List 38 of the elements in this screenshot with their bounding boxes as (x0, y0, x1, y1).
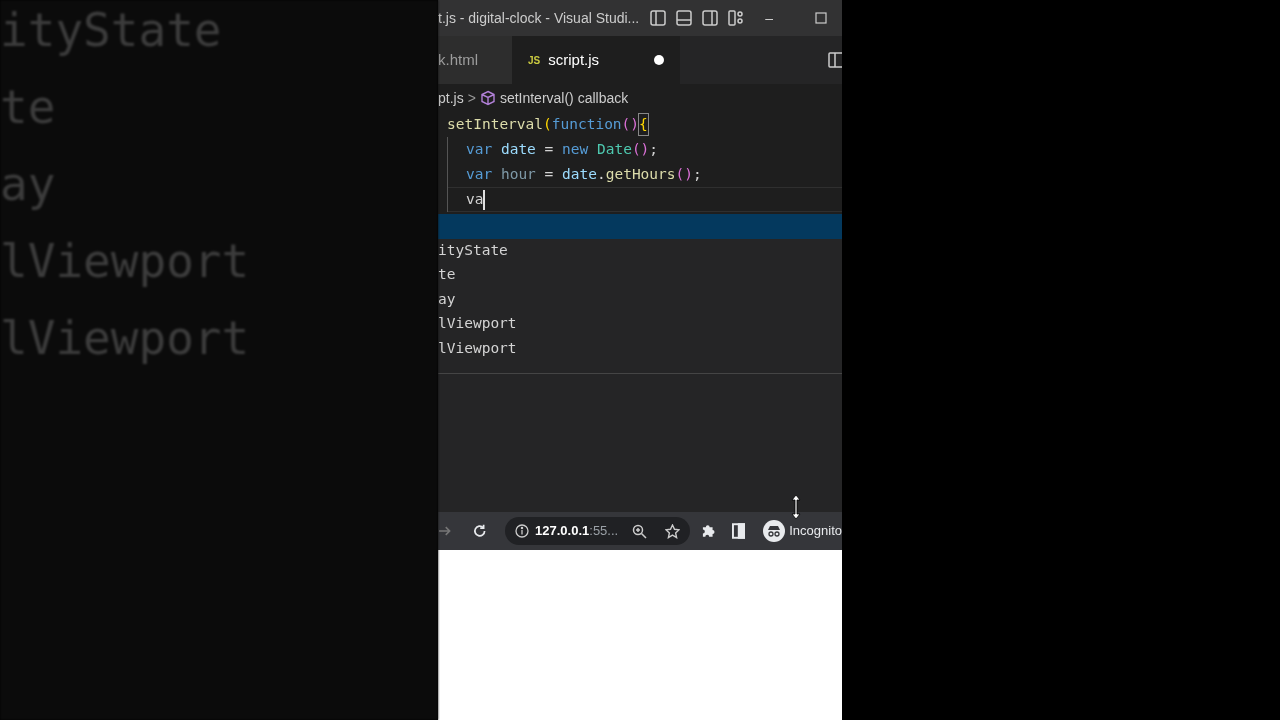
zoom-icon[interactable] (632, 523, 648, 539)
puzzle-icon[interactable] (700, 523, 716, 539)
forward-icon[interactable] (438, 524, 452, 538)
suggestion-item[interactable]: te (438, 263, 842, 288)
star-icon[interactable] (665, 523, 681, 539)
reload-icon[interactable] (471, 523, 488, 539)
url-text: 127.0.0.1:55... (535, 522, 619, 541)
breadcrumb-file[interactable]: pt.js (438, 87, 464, 109)
js-file-icon: JS (528, 52, 541, 68)
suggestion-item[interactable]: ityState (438, 238, 842, 263)
layout-icon[interactable] (649, 9, 668, 27)
resize-cursor-icon (791, 494, 802, 520)
breadcrumb-symbol[interactable]: setInterval() callback (499, 87, 629, 109)
window-title: t.js - digital-clock - Visual Studi... (438, 8, 640, 28)
suggestion-item[interactable]: ay (438, 287, 842, 312)
minimize-button[interactable]: – (761, 7, 778, 29)
breadcrumb-separator: > (467, 88, 476, 108)
layout-icon[interactable] (727, 9, 746, 27)
code-line: var date = new Date(); (447, 137, 659, 162)
split-editor-icon[interactable] (828, 52, 842, 68)
cube-icon (479, 90, 496, 106)
editor-tab[interactable]: k.html (438, 36, 512, 84)
layout-icon[interactable] (675, 9, 694, 27)
tab-label: script.js (548, 49, 600, 70)
address-bar[interactable]: 127.0.0.1:55... (505, 517, 691, 545)
editor-tab[interactable]: JS script.js (512, 36, 680, 84)
info-icon (515, 524, 530, 538)
profile-button[interactable]: Incognito (763, 520, 842, 542)
side-panel-icon[interactable] (731, 523, 746, 539)
layout-icon[interactable] (701, 9, 720, 27)
suggestion-item[interactable]: lViewport (438, 336, 842, 361)
maximize-icon[interactable] (815, 12, 828, 24)
code-line: setInterval(function(){ (447, 112, 648, 137)
profile-label: Incognito (789, 522, 842, 541)
suggestion-item[interactable]: lViewport (438, 312, 842, 337)
code-line: var hour = date.getHours(); (447, 162, 702, 187)
incognito-icon (763, 520, 786, 542)
tab-label: k.html (438, 49, 478, 70)
